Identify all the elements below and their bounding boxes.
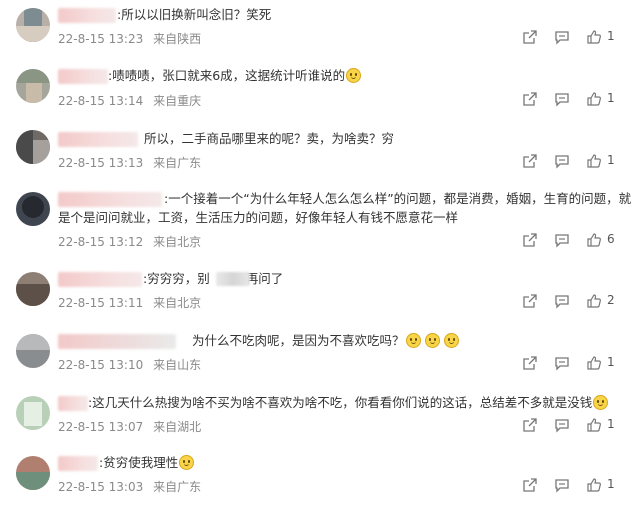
comment-time: 22-8-15 13:03 (58, 480, 144, 494)
comment-icon[interactable] (554, 232, 570, 248)
comment-time: 22-8-15 13:13 (58, 156, 144, 170)
share-icon[interactable] (522, 477, 538, 493)
comment-text: :贫穷使我理性 (99, 453, 195, 472)
emoji-icon (593, 395, 609, 410)
comment-meta: 22-8-15 13:11 来自北京 (58, 294, 201, 311)
comment-icon[interactable] (554, 293, 570, 309)
comment-time: 22-8-15 13:07 (58, 420, 144, 434)
username-redacted (58, 272, 142, 287)
emoji-icon (346, 68, 362, 83)
comment-location: 来自湖北 (153, 420, 202, 434)
emoji-icon (424, 333, 440, 348)
comment-icon[interactable] (554, 29, 570, 45)
comment-location: 来自山东 (153, 358, 202, 372)
emoji-icon (405, 333, 421, 348)
comment-location: 来自北京 (153, 296, 202, 310)
share-icon[interactable] (522, 417, 538, 433)
comment-text: :穷穷穷，别 再问了 (143, 271, 284, 286)
avatar[interactable] (16, 130, 50, 164)
share-icon[interactable] (522, 293, 538, 309)
comment-icon[interactable] (554, 477, 570, 493)
comment-meta: 22-8-15 13:12 来自北京 (58, 233, 201, 250)
comment-item: :贫穷使我理性 22-8-15 13:03 来自广东 1 (0, 452, 634, 505)
like-count: 2 (607, 293, 615, 307)
thumbs-up-icon[interactable] (586, 355, 602, 371)
comment-icon[interactable] (554, 355, 570, 371)
comment-location: 来自重庆 (153, 94, 202, 108)
avatar[interactable] (16, 396, 50, 430)
comment-time: 22-8-15 13:23 (58, 32, 144, 46)
emoji-icon (443, 333, 459, 348)
avatar[interactable] (16, 192, 50, 226)
like-count: 6 (607, 232, 615, 246)
like-count: 1 (607, 153, 615, 167)
like-count: 1 (607, 355, 615, 369)
thumbs-up-icon[interactable] (586, 417, 602, 433)
avatar[interactable] (16, 69, 50, 103)
comment-item: :啧啧啧，张口就来6成，这据统计听谁说的 22-8-15 13:14 来自重庆 … (0, 62, 634, 122)
avatar[interactable] (16, 272, 50, 306)
comment-time: 22-8-15 13:14 (58, 94, 144, 108)
comment-time: 22-8-15 13:11 (58, 296, 144, 310)
avatar[interactable] (16, 8, 50, 42)
comment-text: :这几天什么热搜为啥不买为啥不喜欢为啥不吃，你看看你们说的这话，总结差不多就是没… (88, 393, 609, 412)
emoji-icon (179, 455, 195, 470)
comment-item: :所以以旧换新叫念旧？笑死 22-8-15 13:23 来自陕西 1 (0, 0, 634, 60)
username-redacted (58, 192, 162, 207)
comment-meta: 22-8-15 13:03 来自广东 (58, 478, 201, 495)
thumbs-up-icon[interactable] (586, 232, 602, 248)
comment-icon[interactable] (554, 417, 570, 433)
share-icon[interactable] (522, 153, 538, 169)
comment-item: 所以，二手商品哪里来的呢？卖，为啥卖？穷 22-8-15 13:13 来自广东 … (0, 124, 634, 184)
thumbs-up-icon[interactable] (586, 477, 602, 493)
comment-text: 所以，二手商品哪里来的呢？卖，为啥卖？穷 (144, 131, 395, 146)
comment-location: 来自广东 (153, 156, 202, 170)
thumbs-up-icon[interactable] (586, 153, 602, 169)
username-redacted (58, 334, 176, 349)
comment-icon[interactable] (554, 91, 570, 107)
comment-text: :啧啧啧，张口就来6成，这据统计听谁说的 (108, 66, 362, 85)
username-redacted (58, 132, 138, 147)
username-redacted (58, 456, 98, 471)
avatar[interactable] (16, 456, 50, 490)
comment-list: :所以以旧换新叫念旧？笑死 22-8-15 13:23 来自陕西 1 :啧啧啧，… (0, 0, 634, 505)
comment-item: :一个接着一个“为什么年轻人怎么怎么样”的问题，都是消费，婚姻，生育的问题，就 … (0, 186, 634, 266)
share-icon[interactable] (522, 232, 538, 248)
thumbs-up-icon[interactable] (586, 91, 602, 107)
comment-time: 22-8-15 13:10 (58, 358, 144, 372)
like-count: 1 (607, 91, 615, 105)
avatar[interactable] (16, 334, 50, 368)
thumbs-up-icon[interactable] (586, 293, 602, 309)
comment-text: :一个接着一个“为什么年轻人怎么怎么样”的问题，都是消费，婚姻，生育的问题，就 (164, 191, 632, 206)
comment-meta: 22-8-15 13:07 来自湖北 (58, 418, 201, 435)
comment-text: 为什么不吃肉呢，是因为不喜欢吃吗？ (192, 331, 459, 350)
comment-location: 来自北京 (153, 235, 202, 249)
comment-icon[interactable] (554, 153, 570, 169)
comment-meta: 22-8-15 13:10 来自山东 (58, 356, 201, 373)
comment-item: 为什么不吃肉呢，是因为不喜欢吃吗？ 22-8-15 13:10 来自山东 1 (0, 328, 634, 388)
comment-time: 22-8-15 13:12 (58, 235, 144, 249)
comment-text-line2: 是个是问问就业，工资，生活压力的问题，好像年轻人有钱不愿意花一样 (58, 210, 459, 225)
comment-location: 来自广东 (153, 480, 202, 494)
like-count: 1 (607, 417, 615, 431)
comment-item: :穷穷穷，别 再问了 22-8-15 13:11 来自北京 2 (0, 266, 634, 326)
username-redacted (58, 69, 108, 84)
comment-item: :这几天什么热搜为啥不买为啥不喜欢为啥不吃，你看看你们说的这话，总结差不多就是没… (0, 390, 634, 450)
comment-text: :所以以旧换新叫念旧？笑死 (117, 7, 272, 22)
comment-meta: 22-8-15 13:23 来自陕西 (58, 30, 201, 47)
thumbs-up-icon[interactable] (586, 29, 602, 45)
share-icon[interactable] (522, 355, 538, 371)
comment-meta: 22-8-15 13:13 来自广东 (58, 154, 201, 171)
username-redacted (58, 8, 116, 23)
like-count: 1 (607, 477, 615, 491)
share-icon[interactable] (522, 91, 538, 107)
redacted-text (216, 272, 250, 286)
username-redacted (58, 396, 88, 411)
comment-location: 来自陕西 (153, 32, 202, 46)
share-icon[interactable] (522, 29, 538, 45)
like-count: 1 (607, 29, 615, 43)
comment-meta: 22-8-15 13:14 来自重庆 (58, 92, 201, 109)
